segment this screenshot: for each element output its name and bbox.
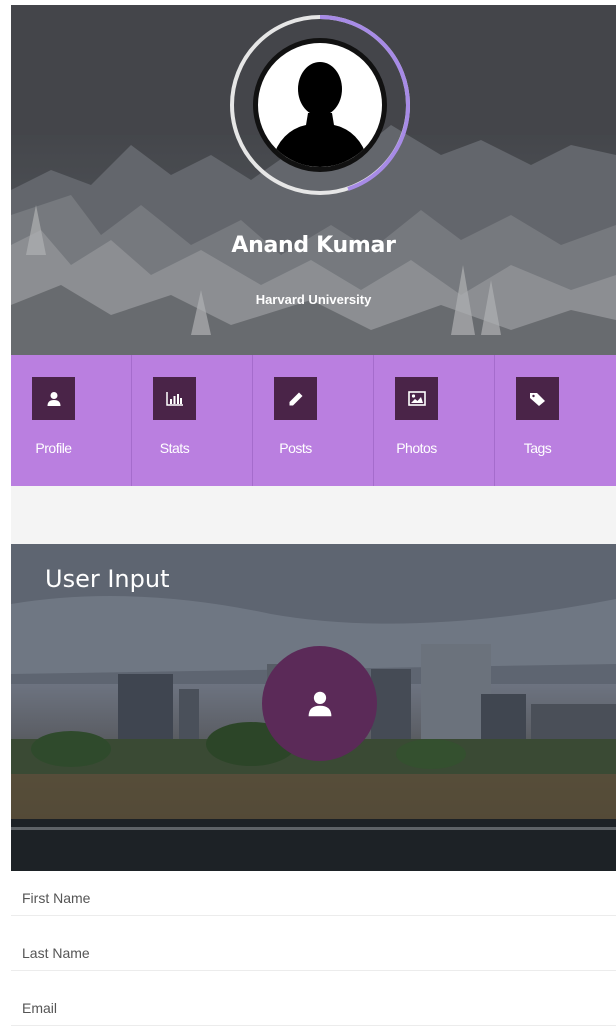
person-silhouette-icon: [270, 62, 370, 167]
bar-chart-icon: [153, 377, 196, 420]
tag-icon: [516, 377, 559, 420]
user-input-card: User Input: [11, 544, 616, 871]
first-name-placeholder: First Name: [22, 890, 91, 906]
nav-label-tags: Tags: [523, 440, 552, 456]
profile-nav: Profile Stats Posts Photos Tags: [11, 355, 616, 486]
nav-label-photos: Photos: [396, 440, 437, 456]
pencil-icon: [274, 377, 317, 420]
last-name-field[interactable]: Last Name: [11, 935, 616, 971]
first-name-field[interactable]: First Name: [11, 880, 616, 916]
nav-label-stats: Stats: [159, 440, 190, 456]
email-field[interactable]: Email: [11, 990, 616, 1026]
card-title: User Input: [45, 565, 170, 593]
nav-item-posts[interactable]: Posts: [253, 355, 374, 486]
section-spacer: [11, 486, 616, 544]
profile-school: Harvard University: [255, 292, 372, 307]
email-placeholder: Email: [22, 1000, 58, 1016]
user-icon: [308, 691, 331, 716]
user-fab-button[interactable]: [262, 646, 377, 761]
nav-label-profile: Profile: [35, 440, 72, 456]
user-icon: [32, 377, 75, 420]
last-name-placeholder: Last Name: [22, 945, 90, 961]
profile-name: Anand Kumar: [231, 233, 396, 258]
profile-header: Anand Kumar Harvard University: [11, 5, 616, 355]
nav-item-photos[interactable]: Photos: [374, 355, 495, 486]
nav-item-profile[interactable]: Profile: [11, 355, 132, 486]
nav-label-posts: Posts: [279, 440, 312, 456]
nav-item-stats[interactable]: Stats: [132, 355, 253, 486]
image-icon: [395, 377, 438, 420]
avatar[interactable]: [253, 38, 387, 172]
nav-item-tags[interactable]: Tags: [495, 355, 616, 486]
